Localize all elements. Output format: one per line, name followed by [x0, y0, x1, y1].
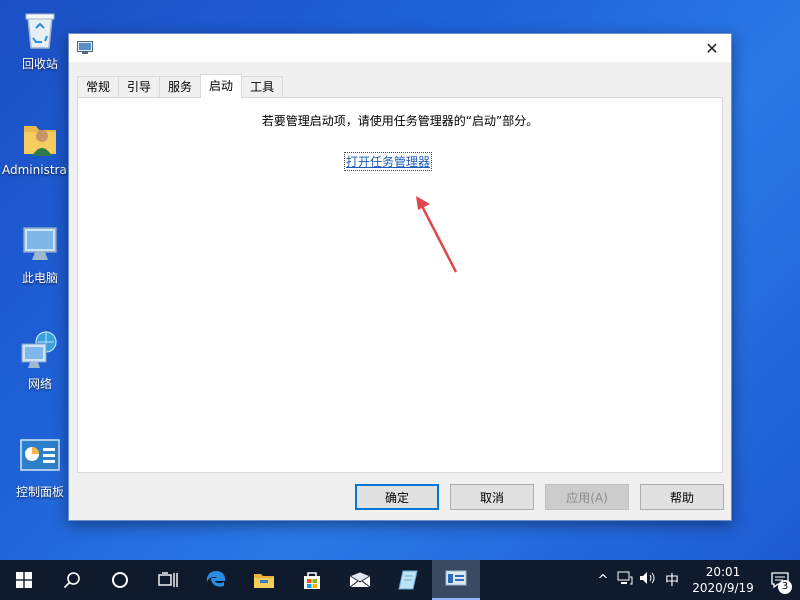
cortana-button[interactable] [96, 560, 144, 600]
store-bag-icon [304, 572, 320, 589]
ime-indicator[interactable]: 中 [658, 570, 686, 590]
action-center-button[interactable]: 3 [760, 572, 800, 594]
store-button[interactable] [288, 560, 336, 600]
tab-services[interactable]: 服务 [159, 76, 202, 97]
system-tray: ^ 中 20:01 2020/9/19 3 [592, 560, 800, 600]
startup-tab-panel: 若要管理启动项，请使用任务管理器的“启动”部分。 打开任务管理器 [77, 97, 723, 473]
notepad-app-button[interactable] [384, 560, 432, 600]
title-bar[interactable]: ✕ [69, 34, 731, 62]
help-button[interactable]: 帮助 [640, 484, 724, 510]
task-view-icon [158, 572, 178, 587]
startup-message: 若要管理启动项，请使用任务管理器的“启动”部分。 [261, 114, 539, 128]
desktop-icon-label: 此电脑 [21, 271, 58, 285]
edge-button[interactable] [192, 560, 240, 600]
cortana-circle-icon [112, 572, 128, 588]
tab-general[interactable]: 常规 [77, 76, 120, 97]
close-button[interactable]: ✕ [693, 34, 731, 62]
user-folder-icon [24, 126, 56, 156]
annotation-arrow-icon [416, 196, 458, 273]
tab-strip: 常规 引导 服务 启动 工具 [77, 74, 284, 98]
tab-boot[interactable]: 引导 [118, 76, 161, 97]
mail-icon [349, 572, 371, 588]
mail-button[interactable] [336, 560, 384, 600]
clock[interactable]: 20:01 2020/9/19 [686, 564, 760, 596]
desktop-icon-label: 回收站 [21, 57, 58, 71]
desktop-icon-administrator[interactable]: Administra... [2, 116, 78, 177]
msconfig-app-icon [445, 570, 467, 586]
recycle-bin-icon [25, 13, 55, 49]
windows-logo-icon [16, 572, 32, 588]
desktop-icon-control-panel[interactable]: 控制面板 [2, 436, 78, 500]
folder-icon [254, 574, 274, 588]
network-tray-icon[interactable] [614, 571, 636, 589]
show-hidden-icons-chevron-icon[interactable]: ^ [592, 573, 614, 588]
control-panel-icon [20, 439, 60, 471]
start-button[interactable] [0, 560, 48, 600]
search-icon [63, 572, 80, 589]
edge-browser-icon [206, 571, 226, 587]
desktop-icon-recycle-bin[interactable]: 回收站 [2, 8, 78, 72]
cancel-button[interactable]: 取消 [450, 484, 534, 510]
desktop-icon-label: 网络 [27, 377, 52, 391]
desktop-icon-label: 控制面板 [15, 485, 64, 499]
notification-count-badge: 3 [778, 580, 792, 594]
desktop-icon-network[interactable]: 网络 [2, 328, 78, 392]
network-icon [21, 331, 57, 368]
task-view-button[interactable] [144, 560, 192, 600]
tab-tools[interactable]: 工具 [241, 76, 284, 97]
tab-startup[interactable]: 启动 [200, 74, 243, 98]
volume-icon[interactable] [636, 571, 658, 589]
taskbar: ^ 中 20:01 2020/9/19 3 [0, 560, 800, 600]
msconfig-taskbar-button[interactable] [432, 560, 480, 600]
apply-button[interactable]: 应用(A) [545, 484, 629, 510]
system-config-dialog: ✕ 常规 引导 服务 启动 工具 若要管理启动项，请使用任务管理器的“启动”部分… [68, 33, 732, 521]
clock-time: 20:01 [705, 565, 741, 579]
open-task-manager-link[interactable]: 打开任务管理器 [344, 152, 433, 171]
desktop-icon-label: Administra... [2, 163, 78, 177]
clock-date: 2020/9/19 [692, 581, 754, 595]
ok-button[interactable]: 确定 [355, 484, 439, 510]
search-button[interactable] [48, 560, 96, 600]
msconfig-app-icon [77, 41, 93, 54]
computer-icon [23, 227, 57, 260]
file-explorer-button[interactable] [240, 560, 288, 600]
notepad-icon [398, 570, 418, 590]
desktop-icon-this-pc[interactable]: 此电脑 [2, 222, 78, 286]
